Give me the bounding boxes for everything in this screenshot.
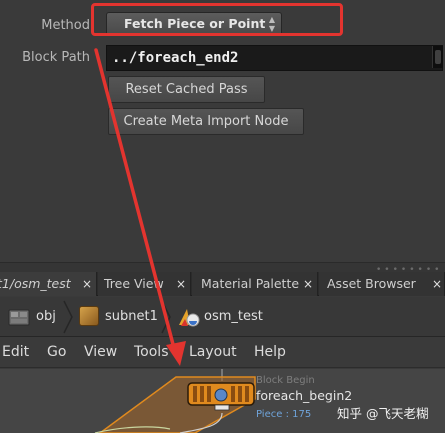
path-item-subnet1[interactable]: subnet1 [105,309,158,324]
path-bar: obj subnet1 osm_test [0,297,445,337]
watermark-text: 知乎 @飞天老糊 [337,406,429,421]
menu-help[interactable]: Help [254,344,286,360]
tab-tree-view[interactable]: Tree View × [98,272,191,296]
pane-divider[interactable]: •••••••• [0,262,445,275]
tab-asset-browser[interactable]: Asset Browser × [319,272,445,296]
osm-node-icon [179,309,200,327]
tab-label: Tree View [104,276,164,291]
reset-cached-pass-button[interactable]: Reset Cached Pass [108,76,265,103]
network-menu-bar: Edit Go View Tools Layout Help [0,338,445,368]
tab-label: Asset Browser [327,276,416,291]
tab-material-palette[interactable]: Material Palette × [192,272,318,296]
menu-view[interactable]: View [84,344,117,360]
close-icon[interactable]: × [82,272,92,296]
path-item-osm-test[interactable]: osm_test [204,309,263,324]
tab-network-osm-test[interactable]: t1/osm_test × [0,272,97,296]
close-icon[interactable]: × [432,272,442,296]
updown-arrows-icon: ▲ ▼ [268,15,275,33]
menu-layout[interactable]: Layout [189,344,237,360]
path-separator-icon [161,300,171,334]
close-icon[interactable]: × [176,272,186,296]
create-meta-import-node-button[interactable]: Create Meta Import Node [108,108,304,135]
method-label: Method [41,18,90,33]
path-separator-icon [63,300,73,334]
block-path-label: Block Path [22,50,90,65]
pane-tab-bar: t1/osm_test × Tree View × Material Palet… [0,272,445,296]
method-dropdown[interactable]: Fetch Piece or Point ▲ ▼ [106,12,282,36]
parameter-panel: Method Fetch Piece or Point ▲ ▼ Block Pat… [0,0,445,262]
menu-tools[interactable]: Tools [134,344,169,360]
path-item-obj[interactable]: obj [36,309,56,324]
node-hint-text: Block Begin [256,375,315,386]
menu-go[interactable]: Go [47,344,66,360]
object-network-icon [8,309,30,326]
subnet-icon [79,306,99,326]
tab-label: Material Palette [201,276,300,291]
block-path-field[interactable]: ../foreach_end2 [106,45,443,71]
network-editor[interactable]: Block Begin foreach_begin2 Piece : 175 知… [0,369,445,433]
field-scrollbar[interactable] [432,46,443,68]
node-name[interactable]: foreach_begin2 [256,388,352,403]
node-piece-info: Piece : 175 [256,409,312,420]
method-value: Fetch Piece or Point [124,16,266,31]
tab-label: t1/osm_test [0,276,71,291]
menu-edit[interactable]: Edit [2,344,29,360]
close-icon[interactable]: × [303,272,313,296]
network-canvas [94,369,256,433]
